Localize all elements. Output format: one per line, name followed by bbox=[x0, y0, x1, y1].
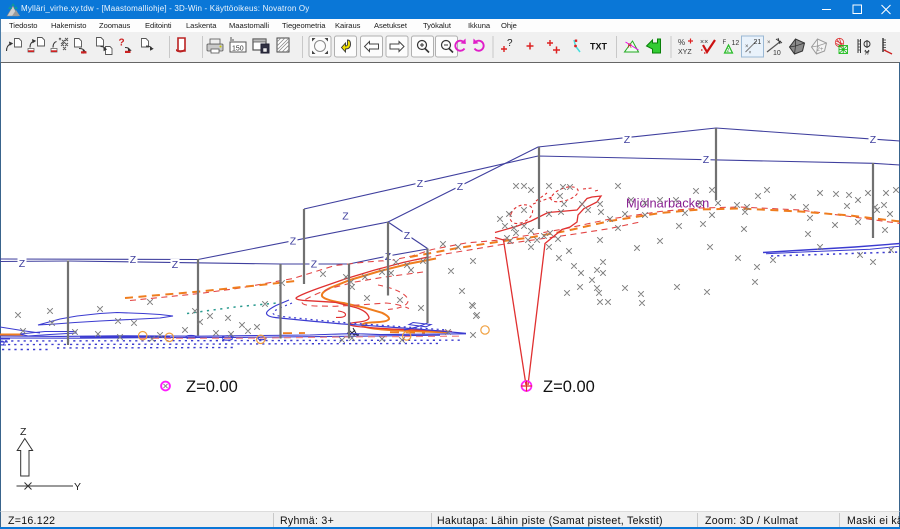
svg-text:Z: Z bbox=[703, 154, 710, 166]
svg-text:Z: Z bbox=[172, 259, 179, 271]
svg-text:Z: Z bbox=[417, 178, 424, 190]
svg-text:Z: Z bbox=[20, 426, 27, 438]
svg-text:Z: Z bbox=[870, 134, 877, 146]
svg-text:Z: Z bbox=[457, 181, 464, 193]
svg-text:Z: Z bbox=[342, 210, 349, 222]
svg-text:Z: Z bbox=[130, 254, 137, 266]
svg-text:Z=0.00: Z=0.00 bbox=[543, 378, 595, 396]
svg-text:Z: Z bbox=[624, 134, 631, 146]
svg-text:Z: Z bbox=[19, 258, 26, 270]
svg-text:Z: Z bbox=[311, 258, 318, 270]
svg-text:Z=0.00: Z=0.00 bbox=[186, 378, 238, 396]
svg-text:Y: Y bbox=[74, 481, 81, 493]
svg-text:Z: Z bbox=[404, 230, 411, 242]
svg-text:Mjölnarbacken: Mjölnarbacken bbox=[626, 196, 709, 211]
svg-text:Z: Z bbox=[290, 235, 297, 247]
